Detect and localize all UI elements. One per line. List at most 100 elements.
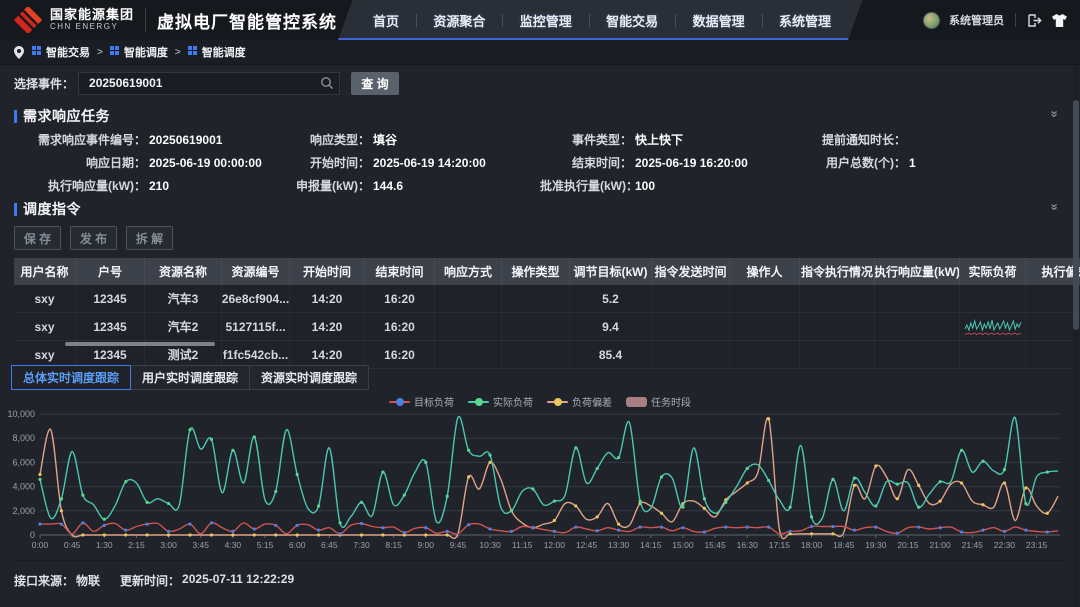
source-value: 物联 <box>76 572 100 589</box>
y-tick-label: 2,000 <box>12 506 35 516</box>
table-row[interactable]: sxy12345汽车25127115f...14:2016:209.4 <box>14 313 1080 341</box>
field-cell: 提前通知时长： <box>810 131 1080 148</box>
nav-item-6[interactable]: 系统管理 <box>762 11 848 30</box>
page-vertical-scrollbar-thumb[interactable] <box>1073 100 1079 330</box>
column-header: 调节目标(kW) <box>570 258 652 285</box>
org-name-cn: 国家能源集团 <box>50 8 134 22</box>
table-cell <box>730 341 800 368</box>
collapse-chevron-icon[interactable]: » <box>1048 110 1060 117</box>
table-horizontal-scrollbar[interactable] <box>65 342 215 346</box>
table-cell: 85.4 <box>570 341 652 368</box>
breadcrumb-item-2[interactable]: 智能调度 <box>110 44 168 60</box>
legend-line-swatch <box>468 401 489 403</box>
nav-item-3[interactable]: 监控管理 <box>503 11 589 30</box>
tab-overall-realtime-tracking[interactable]: 总体实时调度跟踪 <box>11 365 131 390</box>
search-box <box>78 72 340 95</box>
table-cell <box>502 285 570 312</box>
org-name-en: CHN ENERGY <box>50 22 134 32</box>
field-value: 2025-06-19 00:00:00 <box>149 156 262 170</box>
table-cell: 16:20 <box>365 285 435 312</box>
x-tick-label: 5:15 <box>257 540 274 550</box>
section-accent-bar <box>14 203 17 216</box>
x-tick-label: 10:30 <box>479 540 501 550</box>
field-cell: 执行响应量(kW)：210 <box>0 177 270 194</box>
field-value: 填谷 <box>373 131 397 148</box>
user-area: 系统管理员 <box>923 0 1068 40</box>
legend-line-swatch <box>547 401 568 403</box>
user-name[interactable]: 系统管理员 <box>949 12 1004 28</box>
x-tick-label: 20:15 <box>897 540 919 550</box>
disassemble-button[interactable]: 拆 解 <box>126 226 173 250</box>
table-cell: 14:20 <box>290 313 365 340</box>
theme-skin-icon[interactable] <box>1051 13 1068 28</box>
x-tick-label: 11:15 <box>512 540 533 550</box>
avatar[interactable] <box>923 12 940 29</box>
x-tick-label: 0:00 <box>32 540 49 550</box>
table-cell: 汽车2 <box>145 313 222 340</box>
tab-user-realtime-tracking[interactable]: 用户实时调度跟踪 <box>130 365 250 390</box>
x-tick-label: 12:45 <box>576 540 598 550</box>
x-tick-label: 23:15 <box>1026 540 1048 550</box>
app-header: 国家能源集团 CHN ENERGY 虚拟电厂智能管控系统 首页资源聚合监控管理智… <box>0 0 1080 40</box>
breadcrumb-separator: > <box>97 47 103 58</box>
field-value: 20250619001 <box>149 133 222 147</box>
collapse-chevron-icon[interactable]: » <box>1048 203 1060 210</box>
field-value: 1 <box>909 156 916 170</box>
table-cell: 汽车3 <box>145 285 222 312</box>
tab-resource-realtime-tracking[interactable]: 资源实时调度跟踪 <box>249 365 369 390</box>
legend-band-swatch <box>626 397 647 407</box>
field-label: 申报量(kW)： <box>270 177 370 194</box>
y-tick-label: 4,000 <box>12 482 35 492</box>
x-tick-label: 6:45 <box>321 540 338 550</box>
nav-item-4[interactable]: 智能交易 <box>589 11 675 30</box>
field-label: 响应日期： <box>0 154 146 171</box>
field-label: 响应类型： <box>270 131 370 148</box>
table-cell <box>1026 313 1080 340</box>
field-value: 210 <box>149 179 169 193</box>
page-vertical-scrollbar-track[interactable] <box>1073 66 1079 607</box>
table-cell: 16:20 <box>365 341 435 368</box>
table-row[interactable]: sxy12345汽车326e8cf904...14:2016:205.2 <box>14 285 1080 313</box>
load-tracking-chart: 02,0004,0006,0008,00010,0000:000:451:302… <box>8 406 1072 558</box>
column-header: 执行偏差 <box>1026 258 1080 285</box>
x-tick-label: 3:45 <box>192 540 209 550</box>
table-cell <box>652 341 730 368</box>
table-cell <box>875 313 960 340</box>
table-cell: 16:20 <box>365 313 435 340</box>
x-tick-label: 18:45 <box>833 540 855 550</box>
field-row: 执行响应量(kW)：210申报量(kW)：144.6批准执行量(kW)：100 <box>0 174 1080 197</box>
x-tick-label: 16:30 <box>737 540 759 550</box>
column-header: 资源编号 <box>222 258 290 285</box>
column-header: 实际负荷 <box>960 258 1026 285</box>
table-body: sxy12345汽车326e8cf904...14:2016:205.2sxy1… <box>14 285 1080 369</box>
column-header: 户号 <box>76 258 145 285</box>
demand-response-title: 需求响应任务 <box>23 106 110 126</box>
save-button[interactable]: 保 存 <box>14 226 61 250</box>
breadcrumb-item-3[interactable]: 智能调度 <box>188 44 246 60</box>
table-cell <box>875 285 960 312</box>
publish-button[interactable]: 发 布 <box>70 226 117 250</box>
event-search-input[interactable] <box>78 72 340 95</box>
app-title: 虚拟电厂智能管控系统 <box>157 8 337 33</box>
x-tick-label: 22:30 <box>994 540 1016 550</box>
x-tick-label: 8:15 <box>385 540 402 550</box>
menu-grid-icon <box>110 46 119 58</box>
x-tick-label: 9:45 <box>450 540 467 550</box>
field-label: 执行响应量(kW)： <box>0 177 146 194</box>
main-nav: 首页资源聚合监控管理智能交易数据管理系统管理 <box>338 0 848 40</box>
breadcrumb-item-1[interactable]: 智能交易 <box>32 44 90 60</box>
field-value: 快上快下 <box>635 131 683 148</box>
field-label: 批准执行量(kW)： <box>540 177 632 194</box>
nav-item-5[interactable]: 数据管理 <box>676 11 762 30</box>
dispatch-header: 调度指令 <box>14 199 81 219</box>
field-value: 2025-06-19 14:20:00 <box>373 156 486 170</box>
query-button[interactable]: 查 询 <box>351 72 399 95</box>
nav-item-2[interactable]: 资源聚合 <box>416 11 502 30</box>
logout-icon[interactable] <box>1027 13 1042 28</box>
nav-item-1[interactable]: 首页 <box>356 11 416 30</box>
logo: 国家能源集团 CHN ENERGY <box>0 7 134 33</box>
source-label: 接口来源： <box>14 572 74 589</box>
table-cell <box>800 313 875 340</box>
field-value: 100 <box>635 179 655 193</box>
table-cell: sxy <box>14 313 76 340</box>
